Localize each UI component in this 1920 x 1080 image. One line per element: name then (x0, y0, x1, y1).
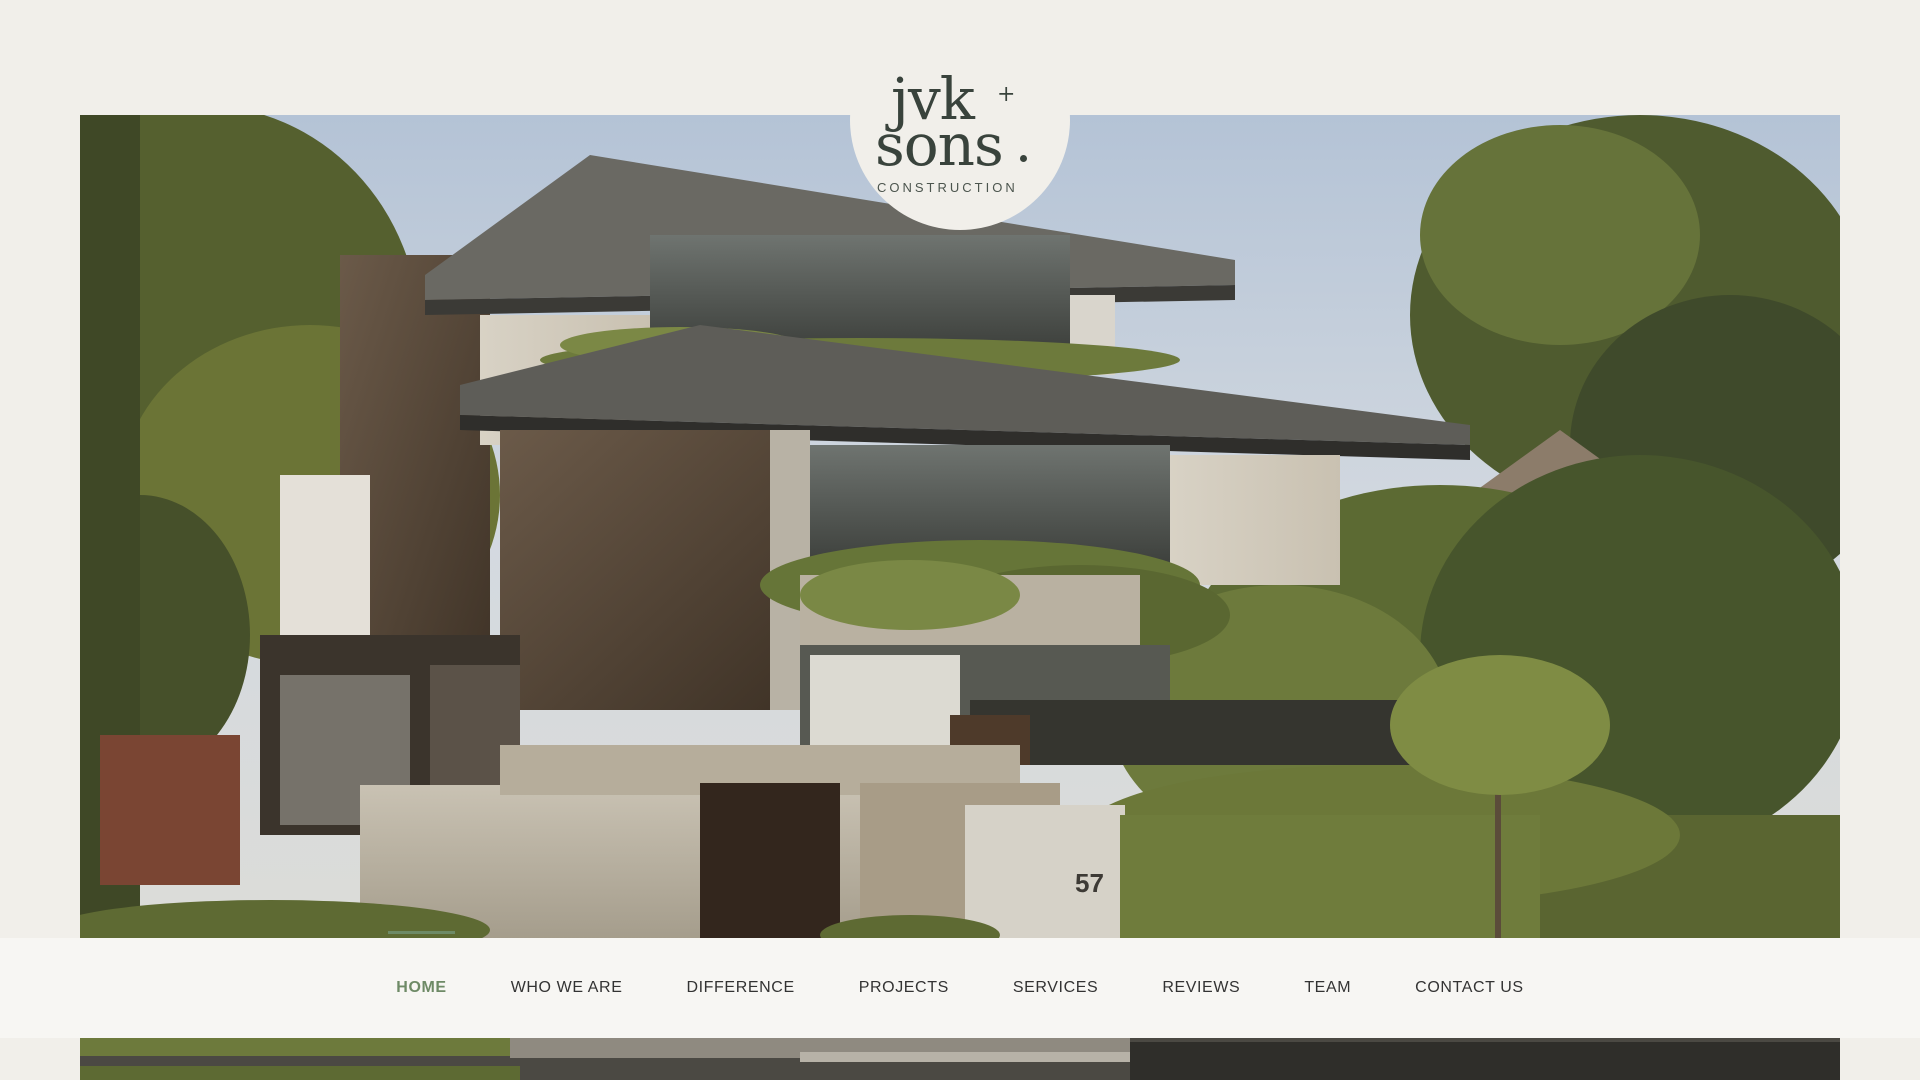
nav-item-difference[interactable]: DIFFERENCE (654, 979, 826, 997)
logo-dot (1020, 155, 1027, 162)
hero-image-continuation (80, 1038, 1840, 1080)
hero-image: 57 (80, 115, 1840, 939)
brand-logo[interactable]: jvk + sons CONSTRUCTION (850, 10, 1070, 230)
nav-item-team[interactable]: TEAM (1272, 979, 1383, 997)
logo-text-sons: sons (875, 111, 1004, 179)
logo-subtitle: CONSTRUCTION (877, 180, 1018, 195)
house-render: 57 (80, 115, 1840, 939)
nav-item-home[interactable]: HOME (364, 931, 478, 997)
nav-item-reviews[interactable]: REVIEWS (1130, 979, 1272, 997)
nav-item-contact-us[interactable]: CONTACT US (1383, 979, 1556, 997)
nav-list: HOME WHO WE ARE DIFFERENCE PROJECTS SERV… (364, 931, 1556, 997)
street-render (80, 1038, 1840, 1080)
logo-wordmark: jvk + sons CONSTRUCTION (875, 70, 1045, 200)
page: 57 jvk + sons CONSTRUCTION HOME WHO WE A… (0, 0, 1920, 1080)
nav-item-who-we-are[interactable]: WHO WE ARE (479, 979, 655, 997)
logo-plus: + (997, 82, 1016, 107)
nav-item-services[interactable]: SERVICES (981, 979, 1130, 997)
nav-item-projects[interactable]: PROJECTS (827, 979, 981, 997)
main-navigation: HOME WHO WE ARE DIFFERENCE PROJECTS SERV… (0, 931, 1920, 1038)
house-number: 57 (1075, 868, 1104, 898)
